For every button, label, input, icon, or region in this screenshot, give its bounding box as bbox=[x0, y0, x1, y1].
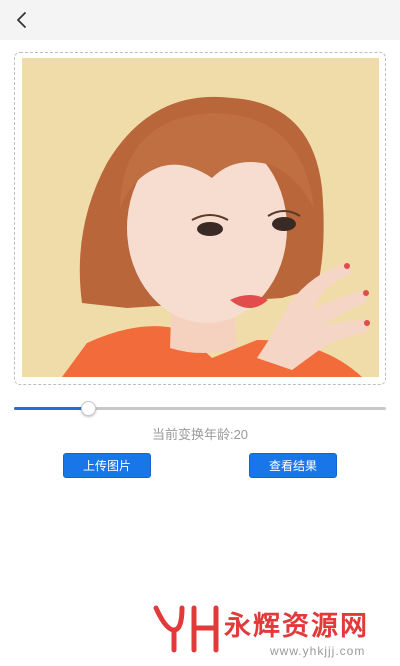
current-age-label: 当前变换年龄:20 bbox=[151, 427, 249, 442]
watermark-title: 永辉资源网 bbox=[224, 611, 369, 641]
age-slider[interactable] bbox=[14, 398, 386, 420]
slider-thumb[interactable] bbox=[81, 401, 97, 416]
view-result-button[interactable]: 查看结果 bbox=[249, 453, 337, 478]
back-button[interactable] bbox=[8, 6, 36, 34]
upload-image-button[interactable]: 上传图片 bbox=[63, 453, 151, 478]
slider-fill bbox=[14, 407, 89, 410]
chevron-left-icon bbox=[17, 12, 26, 28]
watermark: 永辉资源网 www.yhkjjj.com bbox=[152, 604, 392, 660]
photo-frame[interactable] bbox=[14, 52, 386, 385]
portrait-photo bbox=[22, 58, 379, 377]
top-bar bbox=[0, 0, 400, 40]
portrait-illustration bbox=[22, 58, 379, 377]
watermark-url: www.yhkjjj.com bbox=[270, 644, 366, 658]
watermark-logo-icon bbox=[153, 605, 219, 653]
